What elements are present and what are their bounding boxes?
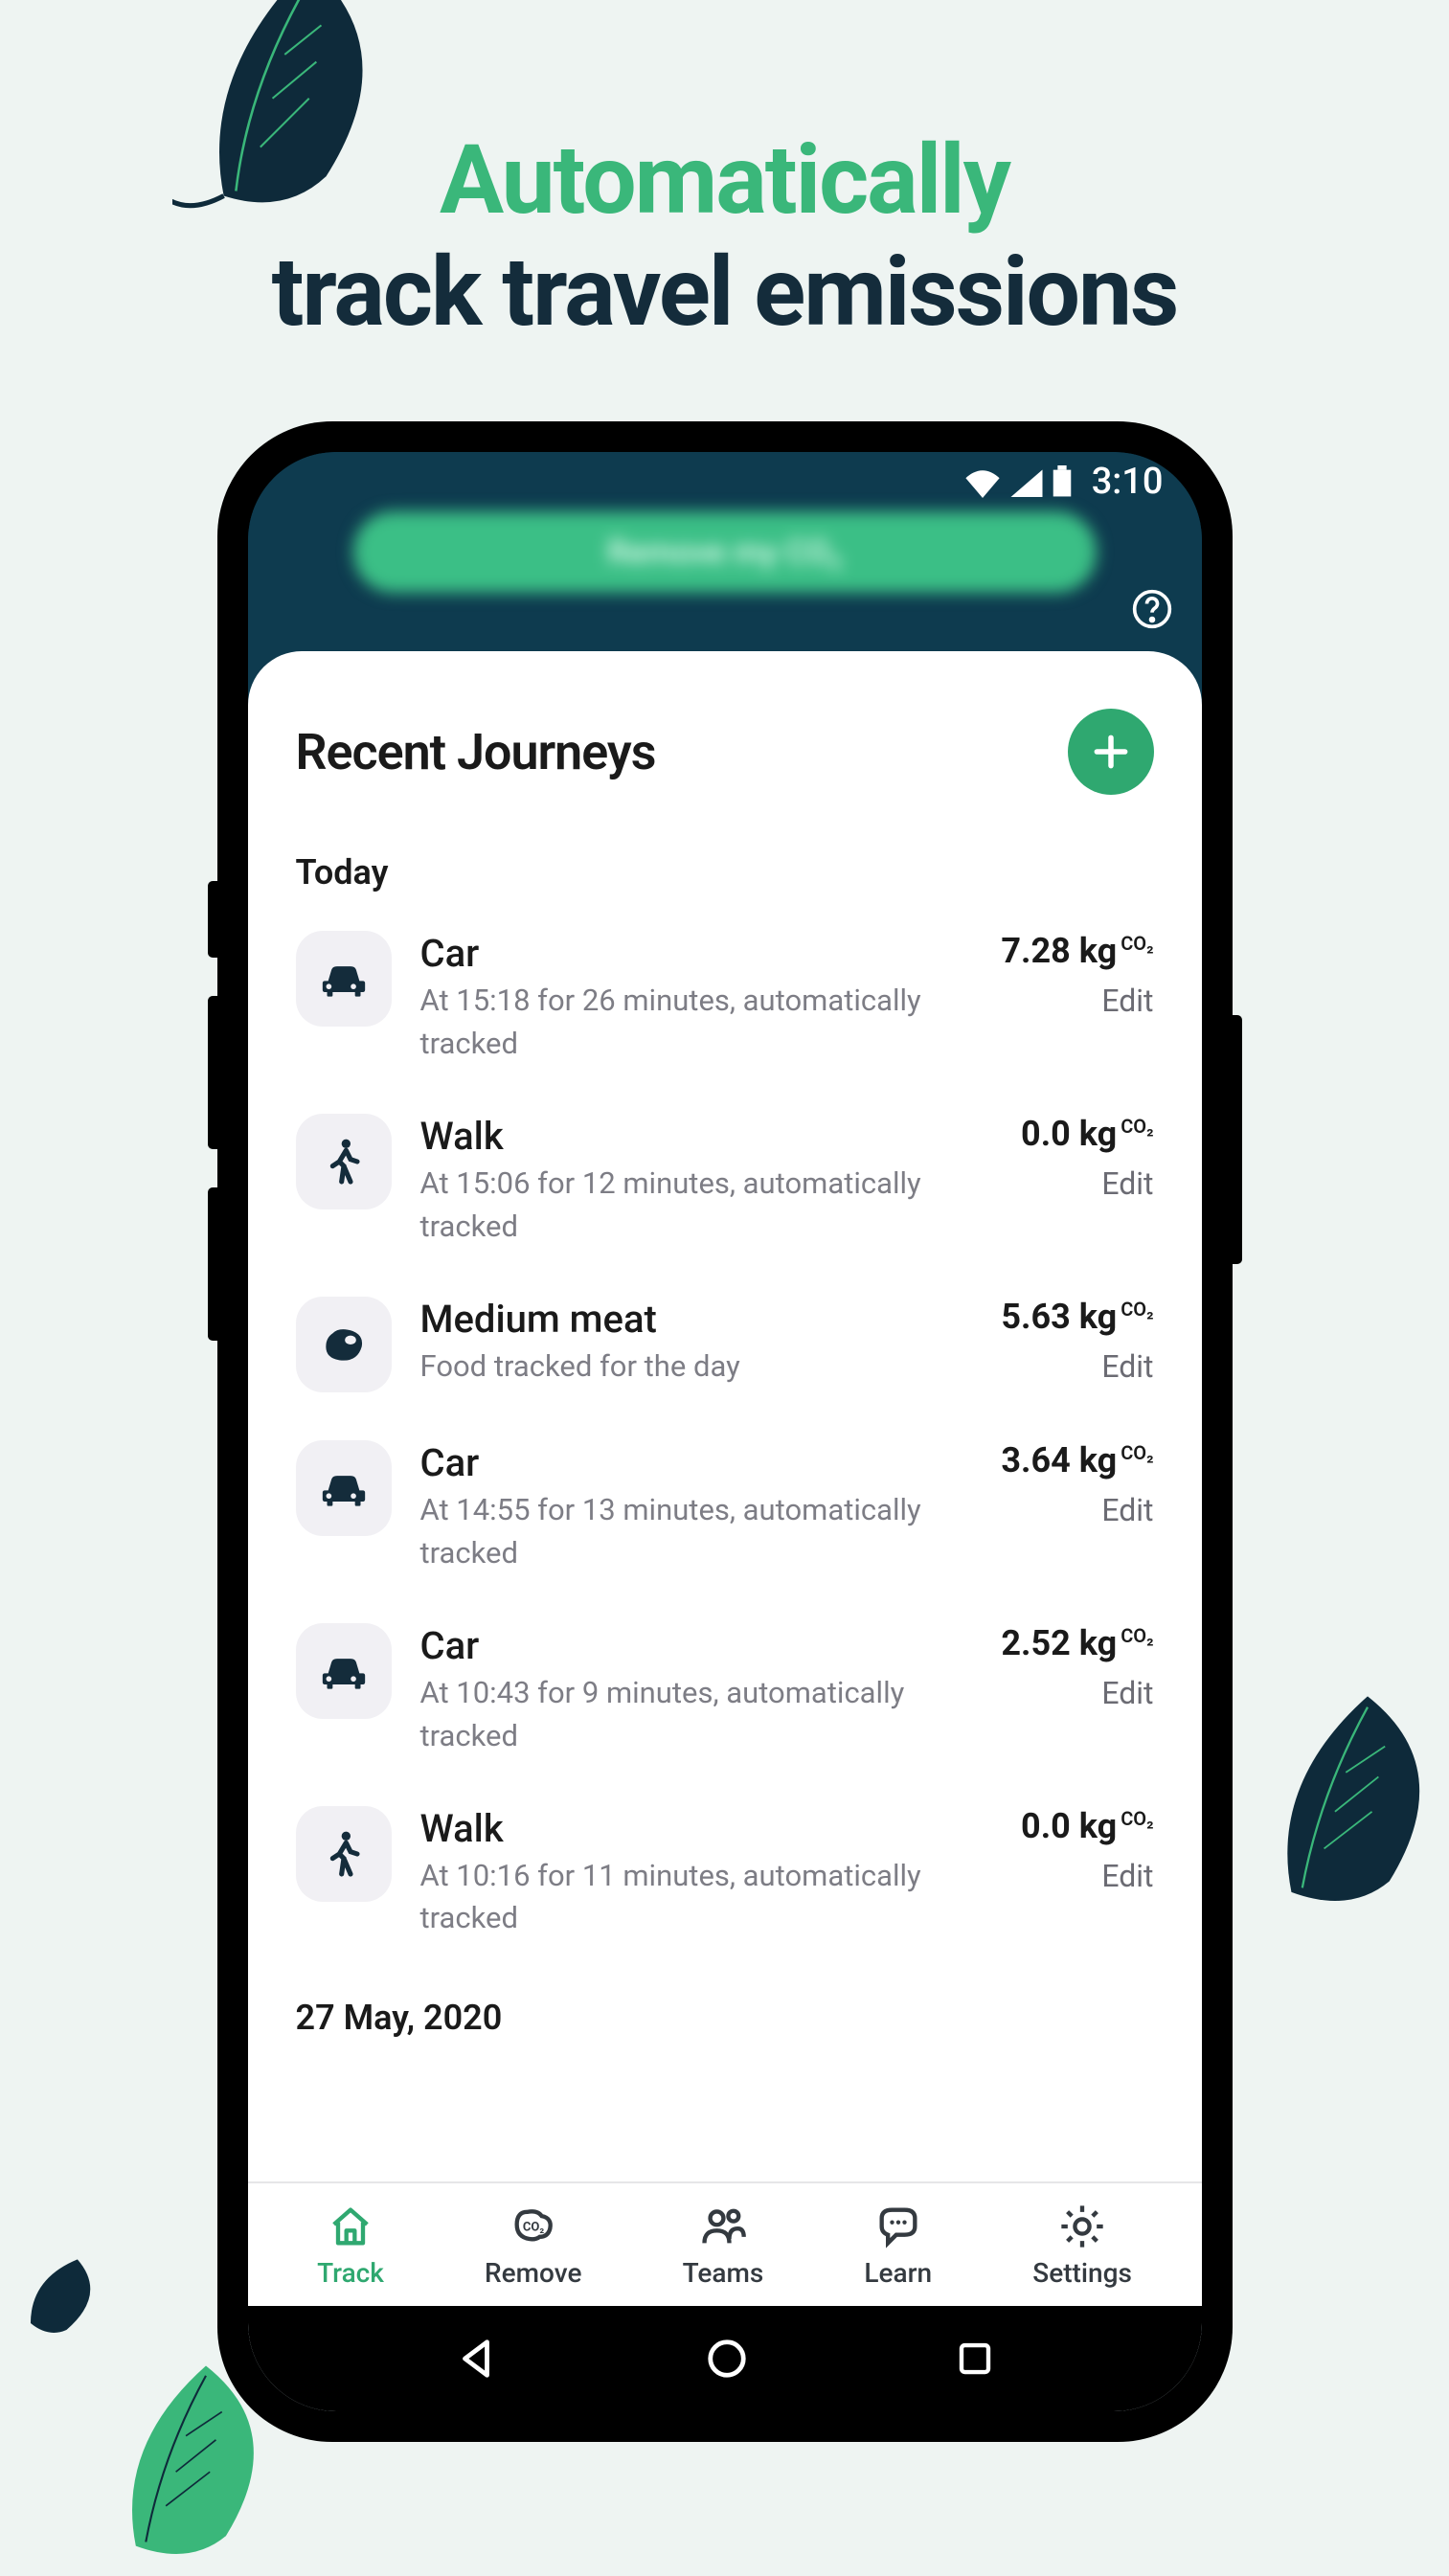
edit-link[interactable]: Edit (1101, 983, 1153, 1019)
nav-learn[interactable]: Learn (864, 2202, 932, 2289)
app-header: Remove my CO₂ (248, 511, 1202, 655)
journey-row[interactable]: Car At 10:43 for 9 minutes, automaticall… (296, 1623, 1154, 1758)
gear-icon (1057, 2202, 1107, 2251)
headline: Automatically track travel emissions (0, 124, 1449, 349)
leaf-decoration (1257, 1685, 1449, 1925)
car-icon (296, 931, 392, 1027)
nav-remove[interactable]: Remove (485, 2202, 581, 2289)
add-journey-button[interactable] (1068, 709, 1154, 795)
journey-row[interactable]: Car At 14:55 for 13 minutes, automatical… (296, 1440, 1154, 1575)
edit-link[interactable]: Edit (1101, 1348, 1153, 1385)
car-icon (296, 1623, 392, 1719)
journey-title: Car (420, 931, 953, 976)
android-back-icon[interactable] (454, 2337, 498, 2381)
status-time: 3:10 (1092, 461, 1164, 503)
meat-icon (296, 1297, 392, 1392)
journey-subtitle: At 10:16 for 11 minutes, automatically t… (420, 1855, 953, 1941)
nav-label: Learn (864, 2257, 932, 2289)
co2-icon (509, 2202, 558, 2251)
android-nav-bar (248, 2306, 1202, 2411)
journey-amount: 3.64 kgCO₂ (1001, 1440, 1153, 1480)
leaf-decoration (9, 2240, 125, 2357)
previous-day-label: 27 May, 2020 (296, 1998, 1154, 2038)
journey-row[interactable]: Walk At 15:06 for 12 minutes, automatica… (296, 1114, 1154, 1249)
day-label: Today (296, 852, 1154, 893)
nav-label: Teams (683, 2257, 764, 2289)
android-recents-icon[interactable] (955, 2339, 995, 2379)
content-card: Recent Journeys Today Car At 15:18 for 2… (248, 651, 1202, 2411)
chat-icon (873, 2202, 923, 2251)
headline-line2: track travel emissions (0, 237, 1449, 349)
people-icon (698, 2202, 748, 2251)
android-home-icon[interactable] (705, 2337, 749, 2381)
edit-link[interactable]: Edit (1101, 1675, 1153, 1711)
journey-amount: 5.63 kgCO₂ (1001, 1297, 1153, 1337)
remove-co2-pill[interactable]: Remove my CO₂ (353, 511, 1097, 593)
edit-link[interactable]: Edit (1101, 1492, 1153, 1528)
signal-icon (1009, 467, 1044, 498)
journey-amount: 7.28 kgCO₂ (1001, 931, 1153, 971)
journey-subtitle: Food tracked for the day (420, 1345, 953, 1389)
journey-title: Walk (420, 1806, 953, 1851)
journey-amount: 0.0 kgCO₂ (1021, 1114, 1153, 1154)
journey-amount: 2.52 kgCO₂ (1001, 1623, 1153, 1663)
nav-teams[interactable]: Teams (683, 2202, 764, 2289)
nav-label: Track (317, 2257, 384, 2289)
journey-title: Car (420, 1440, 953, 1485)
nav-label: Settings (1032, 2257, 1132, 2289)
journey-amount: 0.0 kgCO₂ (1021, 1806, 1153, 1846)
journey-row[interactable]: Car At 15:18 for 26 minutes, automatical… (296, 931, 1154, 1066)
journey-subtitle: At 14:55 for 13 minutes, automatically t… (420, 1489, 953, 1575)
status-bar: 3:10 (248, 452, 1202, 511)
home-icon (326, 2202, 375, 2251)
pill-label: Remove my CO₂ (607, 533, 842, 572)
journey-subtitle: At 15:06 for 12 minutes, automatically t… (420, 1163, 953, 1249)
nav-track[interactable]: Track (317, 2202, 384, 2289)
journey-row[interactable]: Medium meat Food tracked for the day 5.6… (296, 1297, 1154, 1392)
journey-subtitle: At 15:18 for 26 minutes, automatically t… (420, 980, 953, 1066)
journey-title: Car (420, 1623, 953, 1668)
help-icon[interactable] (1131, 588, 1173, 630)
bottom-nav: Track Remove Teams Learn Settings (248, 2181, 1202, 2306)
status-icons (963, 465, 1073, 498)
walk-icon (296, 1114, 392, 1209)
edit-link[interactable]: Edit (1101, 1858, 1153, 1894)
journey-title: Walk (420, 1114, 953, 1159)
walk-icon (296, 1806, 392, 1902)
nav-settings[interactable]: Settings (1032, 2202, 1132, 2289)
battery-icon (1052, 465, 1073, 498)
car-icon (296, 1440, 392, 1536)
journey-subtitle: At 10:43 for 9 minutes, automatically tr… (420, 1672, 953, 1758)
section-title: Recent Journeys (296, 723, 656, 781)
nav-label: Remove (485, 2257, 581, 2289)
edit-link[interactable]: Edit (1101, 1165, 1153, 1202)
phone-frame: 3:10 Remove my CO₂ Recent Journeys (217, 421, 1233, 2442)
journey-row[interactable]: Walk At 10:16 for 11 minutes, automatica… (296, 1806, 1154, 1941)
headline-line1: Automatically (0, 124, 1449, 237)
wifi-icon (963, 467, 1002, 498)
journey-title: Medium meat (420, 1297, 953, 1342)
